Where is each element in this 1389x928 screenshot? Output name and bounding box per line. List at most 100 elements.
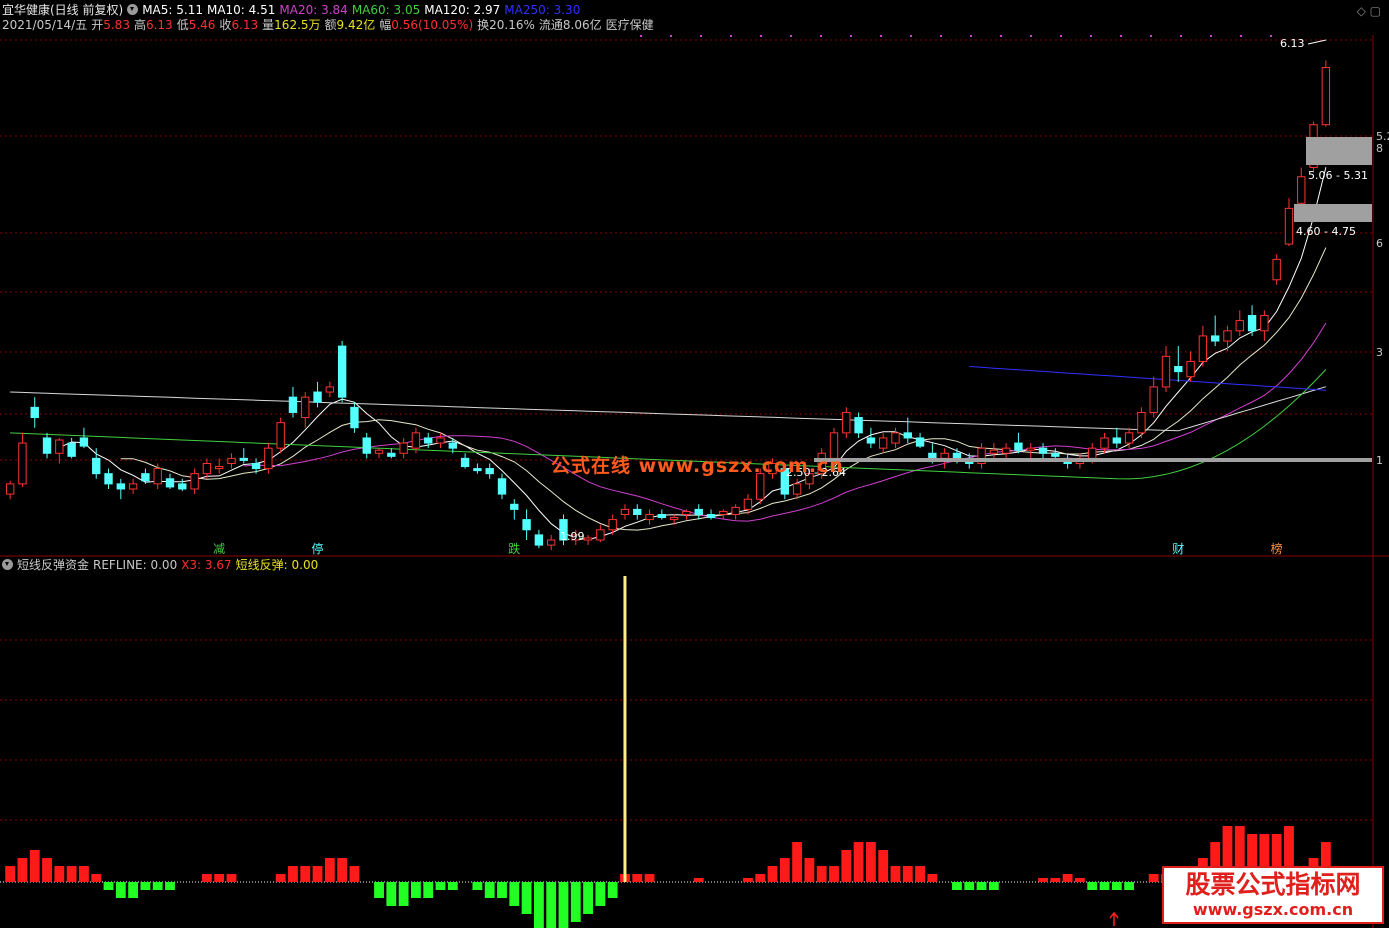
ind-bar-74 [915,866,925,882]
ma-legend: MA5: 5.11 MA10: 4.51 MA20: 3.84 MA60: 3.05 M… [142,3,584,17]
candle-body-53 [657,513,667,519]
event-marker-4: 榜 [1271,541,1283,556]
ind-bar-36 [447,882,458,890]
ind-bar-78 [964,882,975,890]
candle-body-94 [1161,355,1171,388]
candle-body-71 [878,437,888,449]
top-dot-15 [1090,35,1092,37]
ind-bar-41 [509,882,520,906]
info-14: 0.56(10.05%) [391,18,474,32]
dropdown-icon[interactable] [127,4,139,15]
window-icons[interactable]: ◇ ▢ [1357,4,1381,18]
ind-spike [623,576,627,882]
ind-bar-2 [29,850,40,882]
candle-body-18 [227,457,236,464]
candle-body-10 [128,483,138,490]
candle-body-42 [522,519,531,531]
candle-body-33 [411,432,421,449]
ind-bar-1 [17,858,28,882]
top-dot-2 [700,35,702,37]
candle-body-56 [694,508,703,515]
indicator-dropdown-icon[interactable] [2,559,13,570]
candle-body-76 [940,452,949,459]
band-2 [1294,204,1372,222]
top-dot-6 [820,35,822,37]
ind-bar-70 [865,842,876,882]
ind-bar-52 [644,874,655,882]
candle-body-22 [276,422,285,449]
candle-body-55 [682,510,691,515]
ma-1: MA10: 4.51 [206,3,276,17]
candle-body-6 [79,437,89,447]
ind-bar-60 [743,878,753,882]
ind-bar-24 [300,866,311,882]
ind-bar-18 [226,874,237,882]
ind-bar-85 [1050,878,1061,882]
ind-bar-63 [779,858,790,882]
candle-body-50 [620,508,630,515]
ind-bar-65 [804,858,815,882]
ind-bar-11 [140,882,151,890]
ind-bar-5 [66,866,77,882]
candle-body-29 [362,437,371,454]
price-annotation-2: 5.06 - 5.31 [1308,169,1368,182]
candle-body-77 [952,452,962,459]
candle-body-31 [387,452,396,457]
ind-bar-90 [1111,882,1122,890]
candle-body-1 [18,442,27,485]
ind-bar-89 [1099,882,1110,890]
candle-body-49 [608,519,617,531]
candle-body-57 [706,513,716,519]
candle-body-95 [1174,366,1183,373]
axis-label-2: 6 [1376,237,1383,250]
candle-body-72 [891,432,900,444]
info-15: 换20.16% [477,18,535,32]
candle-body-16 [202,462,212,475]
info-6: 5.46 [188,18,216,32]
ind-bar-22 [275,874,286,882]
ind-bar-91 [1124,882,1135,890]
candle-body-12 [153,468,162,485]
candle-body-25 [313,391,322,403]
ind-bar-68 [841,850,852,882]
candle-body-100 [1235,320,1244,332]
info-17: 医疗保健 [605,18,654,32]
ind-bar-67 [829,866,839,882]
candle-body-75 [928,452,937,459]
ind-bar-35 [435,882,446,890]
top-dot-11 [970,35,972,37]
candle-body-17 [214,466,224,470]
candle-body-27 [337,345,347,398]
candle-body-105 [1297,176,1306,204]
candle-body-21 [264,447,273,470]
candle-body-101 [1247,315,1257,332]
candle-body-93 [1149,386,1158,413]
arrow-up-icon [1109,911,1119,926]
ind-bar-17 [214,874,225,882]
ind-bar-49 [607,882,618,898]
top-dot-12 [1000,35,1002,37]
stock-title[interactable]: 宜华健康(日线 前复权) [2,3,123,17]
ind-3: 短线反弹: 0.00 [235,558,319,572]
ind-bar-45 [558,882,569,928]
ind-bar-8 [103,882,114,890]
candle-body-9 [116,483,126,490]
candle-body-28 [350,406,359,429]
top-dot-10 [940,35,942,37]
candle-body-15 [190,473,199,490]
watermark-badge: 股票公式指标网 www.gszx.com.cn [1162,866,1384,924]
ind-bar-34 [423,882,434,898]
ind-bar-47 [583,882,593,914]
ind-bar-64 [792,842,803,882]
ind-bar-4 [54,866,65,882]
ind-bar-61 [755,874,766,882]
candle-body-84 [1038,447,1048,454]
candle-body-80 [989,449,999,454]
ind-bar-79 [976,882,987,890]
ind-bar-62 [767,866,778,882]
info-12: 9.42亿 [336,18,376,32]
ind-bar-10 [128,882,139,898]
candle-body-35 [436,437,445,444]
ind-bar-32 [398,882,409,906]
watermark: 公式在线 www.gszx.com.cn [551,455,844,477]
